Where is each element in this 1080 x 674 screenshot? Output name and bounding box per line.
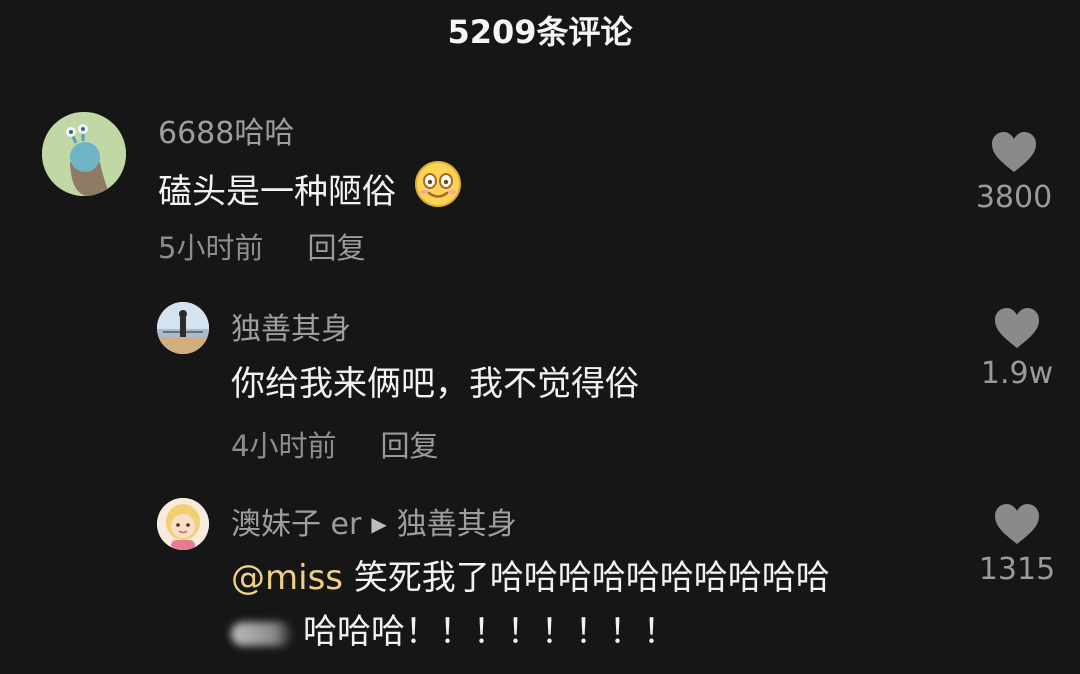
- comment-time: 4小时前: [231, 429, 337, 463]
- mention-link[interactable]: @miss: [231, 558, 343, 598]
- comment-text-content: 哈哈哈！！！！！！！！: [303, 612, 677, 652]
- heart-icon[interactable]: [990, 130, 1038, 174]
- like-button[interactable]: 1.9w: [957, 306, 1077, 394]
- like-button[interactable]: 1315: [957, 502, 1077, 590]
- comment-time: 5小时前: [158, 231, 264, 265]
- like-count: 3800: [975, 180, 1053, 215]
- reply-button[interactable]: 回复: [380, 429, 438, 463]
- like-button[interactable]: 3800: [954, 130, 1074, 218]
- comment-meta: 4小时前 回复: [231, 426, 438, 466]
- like-count: 1.9w: [980, 356, 1054, 391]
- reply-arrow-icon: ▶: [371, 512, 387, 536]
- snail-avatar-icon: [42, 112, 126, 196]
- reply-button[interactable]: 回复: [307, 231, 365, 265]
- avatar[interactable]: [157, 302, 209, 354]
- smiling-face-icon: [413, 159, 463, 222]
- comment-text-line-1: @miss 笑死我了哈哈哈哈哈哈哈哈哈哈: [231, 554, 830, 602]
- comment-text-line-2: 哈哈哈！！！！！！！！: [231, 608, 677, 656]
- cartoon-girl-avatar-icon: [157, 498, 209, 550]
- reply-to-user[interactable]: 独善其身: [397, 507, 517, 542]
- comment-author[interactable]: 独善其身: [231, 310, 351, 350]
- comment-text-content: 笑死我了哈哈哈哈哈哈哈哈哈哈: [353, 558, 830, 598]
- comment-meta: 5小时前 回复: [158, 228, 365, 268]
- reply-header: 澳妹子 er ▶ 独善其身: [231, 505, 517, 547]
- comment-text-content: 磕头是一种陋俗: [158, 172, 396, 212]
- comment-text: 你给我来俩吧，我不觉得俗: [231, 364, 639, 404]
- blurred-redaction: [231, 621, 293, 646]
- comment-text: 磕头是一种陋俗: [158, 159, 463, 225]
- person-avatar-icon: [157, 302, 209, 354]
- comment-author[interactable]: 6688哈哈: [158, 114, 294, 154]
- like-count: 1315: [978, 552, 1056, 587]
- avatar[interactable]: [157, 498, 209, 550]
- heart-icon[interactable]: [993, 306, 1041, 350]
- heart-icon[interactable]: [993, 502, 1041, 546]
- avatar[interactable]: [42, 112, 126, 196]
- comment-author[interactable]: 澳妹子 er: [231, 507, 361, 542]
- comment-count-title: 5209条评论: [447, 13, 633, 51]
